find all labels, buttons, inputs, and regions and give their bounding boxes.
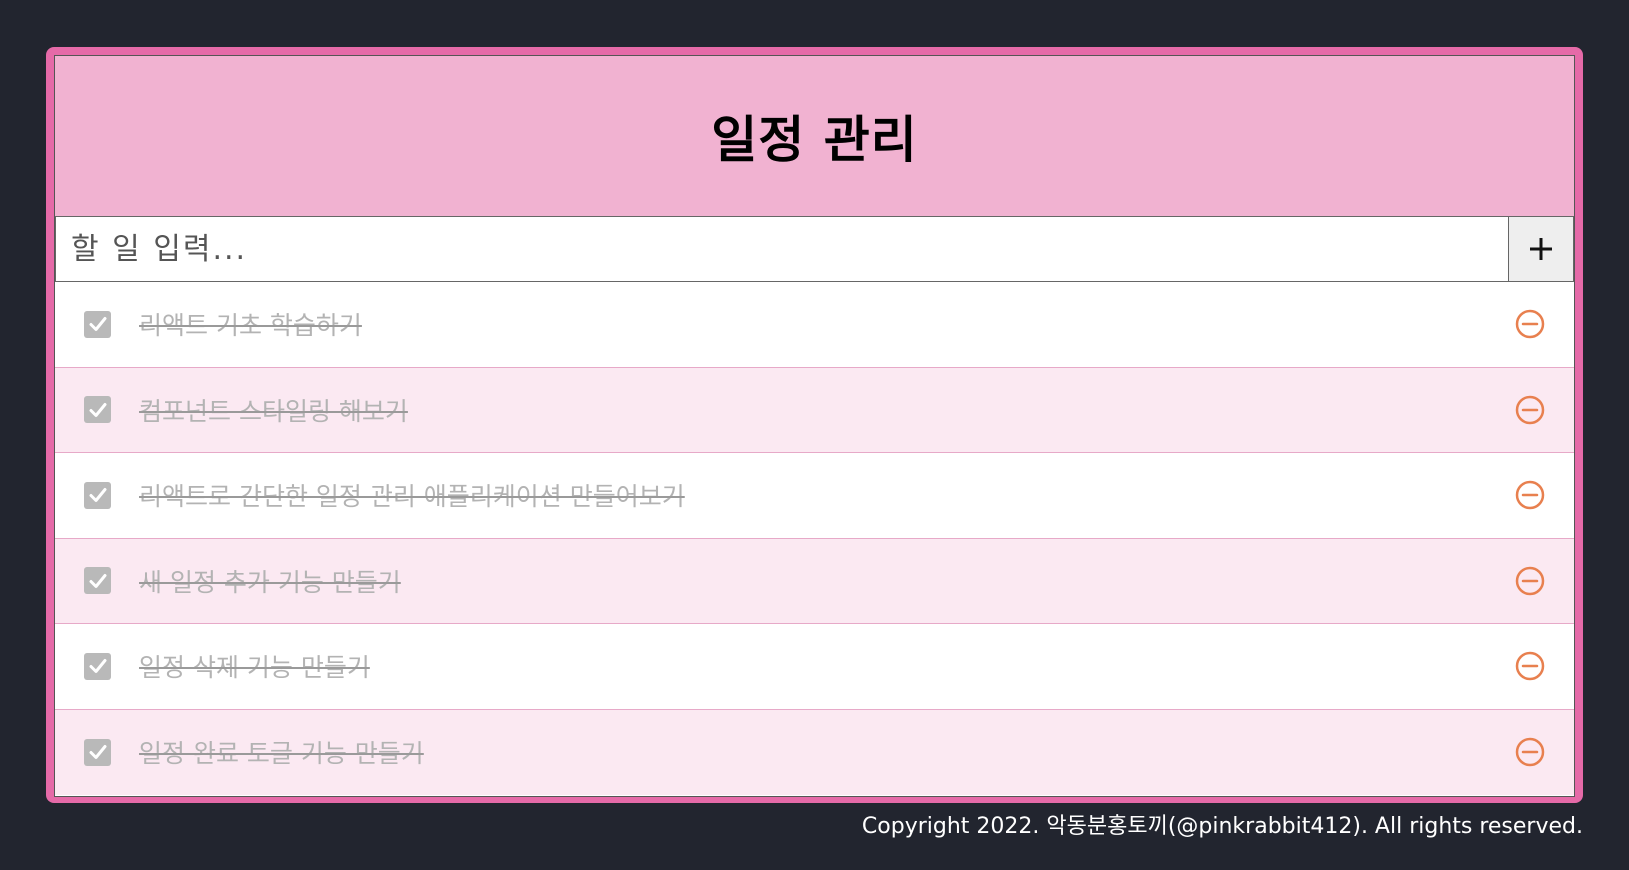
checkmark-icon — [89, 659, 106, 674]
minus-circle-icon — [1515, 481, 1545, 510]
remove-todo-button[interactable] — [1514, 308, 1546, 340]
todo-list-item: 컴포넌트 스타일링 해보기 — [55, 367, 1574, 453]
remove-todo-button[interactable] — [1514, 479, 1546, 511]
footer-copyright: Copyright 2022. 악동분홍토끼(@pinkrabbit412). … — [861, 814, 1583, 839]
todo-checkbox[interactable] — [84, 567, 111, 595]
minus-circle-icon — [1515, 738, 1545, 767]
todo-input[interactable] — [55, 216, 1508, 282]
todo-list-item: 리액트로 간단한 일정 관리 애플리케이션 만들어보기 — [55, 453, 1574, 539]
remove-todo-button[interactable] — [1514, 736, 1546, 768]
todo-text: 리액트로 간단한 일정 관리 애플리케이션 만들어보기 — [139, 482, 685, 512]
todo-text: 일정 삭제 기능 만들기 — [139, 653, 370, 683]
todo-insert-form — [55, 216, 1574, 282]
todo-checkbox[interactable] — [84, 310, 111, 338]
remove-todo-button[interactable] — [1514, 394, 1546, 426]
remove-todo-button[interactable] — [1514, 565, 1546, 597]
todo-list-item: 일정 완료 토글 기능 만들기 — [55, 709, 1574, 795]
todo-checkbox[interactable] — [84, 652, 111, 680]
checkmark-icon — [89, 745, 106, 760]
todo-app-frame: 일정 관리 리액트 기초 학습하기 — [46, 47, 1583, 803]
app-title: 일정 관리 — [711, 111, 918, 169]
checkmark-icon — [89, 573, 106, 588]
todo-list-item: 리액트 기초 학습하기 — [55, 282, 1574, 368]
remove-todo-button[interactable] — [1514, 650, 1546, 682]
checkmark-icon — [89, 488, 106, 503]
minus-circle-icon — [1515, 566, 1545, 595]
todo-text: 일정 완료 토글 기능 만들기 — [139, 739, 424, 769]
todo-checkbox[interactable] — [84, 396, 111, 424]
minus-circle-icon — [1515, 395, 1545, 424]
todo-text: 리액트 기초 학습하기 — [139, 311, 362, 341]
todo-checkbox[interactable] — [84, 481, 111, 509]
todo-checkbox[interactable] — [84, 738, 111, 766]
add-todo-button[interactable] — [1508, 216, 1574, 282]
todo-template: 일정 관리 리액트 기초 학습하기 — [54, 55, 1575, 797]
todo-text: 새 일정 추가 기능 만들기 — [139, 567, 401, 597]
todo-list-item: 일정 삭제 기능 만들기 — [55, 624, 1574, 710]
minus-circle-icon — [1515, 652, 1545, 681]
minus-circle-icon — [1515, 310, 1545, 339]
todo-list: 리액트 기초 학습하기 컴포넌트 스타일링 해보기 리액트로 간단한 일정 관리… — [55, 282, 1574, 796]
checkmark-icon — [89, 317, 106, 332]
app-header: 일정 관리 — [55, 56, 1574, 216]
plus-icon — [1530, 238, 1552, 260]
todo-text: 컴포넌트 스타일링 해보기 — [139, 396, 408, 426]
checkmark-icon — [89, 402, 106, 417]
todo-list-item: 새 일정 추가 기능 만들기 — [55, 538, 1574, 624]
